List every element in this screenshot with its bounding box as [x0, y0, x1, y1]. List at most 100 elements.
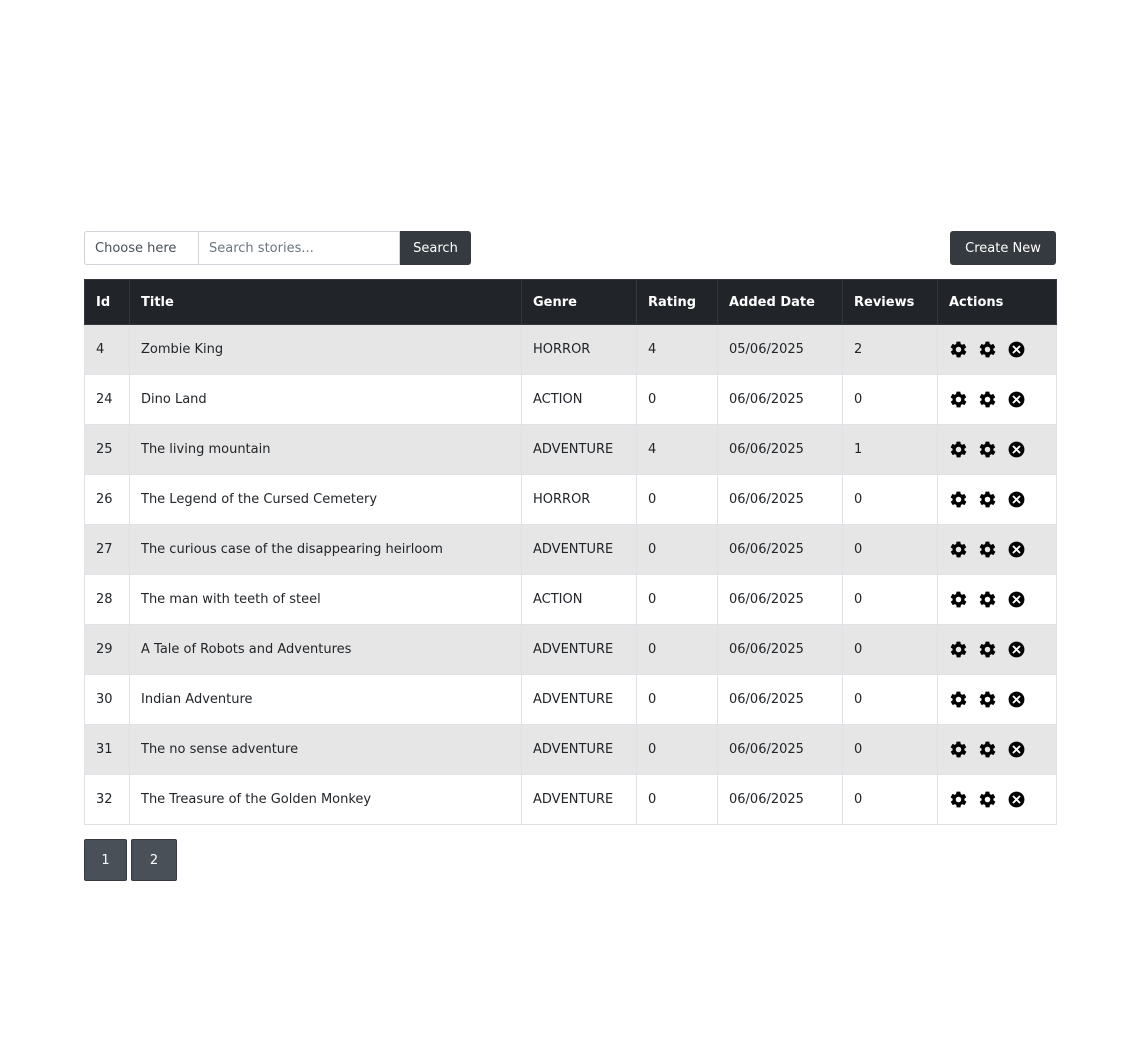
- cell-reviews: 0: [842, 574, 938, 625]
- cell-genre: ADVENTURE: [521, 424, 637, 475]
- gear-icon[interactable]: [978, 690, 997, 709]
- gear-icon[interactable]: [949, 790, 968, 809]
- cell-genre: ADVENTURE: [521, 724, 637, 775]
- close-circle-icon[interactable]: [1007, 790, 1026, 809]
- cell-genre: HORROR: [521, 324, 637, 375]
- cell-added-date: 05/06/2025: [717, 324, 843, 375]
- gear-icon[interactable]: [978, 590, 997, 609]
- close-circle-icon[interactable]: [1007, 690, 1026, 709]
- cell-title: The curious case of the disappearing hei…: [129, 524, 522, 575]
- search-group: Choose here Search: [84, 231, 471, 265]
- row-actions: [949, 540, 1045, 559]
- close-circle-icon[interactable]: [1007, 740, 1026, 759]
- table-row: 26 The Legend of the Cursed Cemetery HOR…: [84, 474, 1057, 525]
- search-button[interactable]: Search: [400, 231, 471, 265]
- cell-added-date: 06/06/2025: [717, 724, 843, 775]
- close-circle-icon[interactable]: [1007, 390, 1026, 409]
- cell-rating: 0: [636, 524, 718, 575]
- cell-added-date: 06/06/2025: [717, 424, 843, 475]
- row-actions: [949, 790, 1045, 809]
- cell-title: Indian Adventure: [129, 674, 522, 725]
- cell-id: 25: [84, 424, 130, 475]
- cell-title: Zombie King: [129, 324, 522, 375]
- gear-icon[interactable]: [978, 490, 997, 509]
- row-actions: [949, 590, 1045, 609]
- cell-genre: ADVENTURE: [521, 524, 637, 575]
- cell-rating: 0: [636, 574, 718, 625]
- cell-actions: [937, 424, 1057, 475]
- header-rating: Rating: [636, 279, 718, 325]
- gear-icon[interactable]: [978, 440, 997, 459]
- gear-icon[interactable]: [949, 390, 968, 409]
- gear-icon[interactable]: [978, 740, 997, 759]
- cell-reviews: 0: [842, 374, 938, 425]
- gear-icon[interactable]: [949, 690, 968, 709]
- cell-added-date: 06/06/2025: [717, 474, 843, 525]
- cell-reviews: 0: [842, 724, 938, 775]
- close-circle-icon[interactable]: [1007, 540, 1026, 559]
- table-header-row: Id Title Genre Rating Added Date Reviews…: [84, 279, 1057, 325]
- header-actions: Actions: [937, 279, 1057, 325]
- cell-reviews: 0: [842, 524, 938, 575]
- close-circle-icon[interactable]: [1007, 590, 1026, 609]
- search-input[interactable]: [198, 231, 400, 265]
- cell-reviews: 0: [842, 474, 938, 525]
- cell-reviews: 0: [842, 774, 938, 825]
- cell-id: 27: [84, 524, 130, 575]
- cell-added-date: 06/06/2025: [717, 374, 843, 425]
- table-row: 4 Zombie King HORROR 4 05/06/2025 2: [84, 324, 1057, 375]
- row-actions: [949, 390, 1045, 409]
- cell-title: The Treasure of the Golden Monkey: [129, 774, 522, 825]
- gear-icon[interactable]: [949, 440, 968, 459]
- gear-icon[interactable]: [949, 640, 968, 659]
- gear-icon[interactable]: [978, 390, 997, 409]
- close-circle-icon[interactable]: [1007, 490, 1026, 509]
- gear-icon[interactable]: [978, 640, 997, 659]
- toolbar: Choose here Search Create New: [84, 231, 1056, 265]
- close-circle-icon[interactable]: [1007, 340, 1026, 359]
- gear-icon[interactable]: [949, 740, 968, 759]
- cell-added-date: 06/06/2025: [717, 774, 843, 825]
- table-row: 32 The Treasure of the Golden Monkey ADV…: [84, 774, 1057, 825]
- cell-actions: [937, 624, 1057, 675]
- cell-actions: [937, 474, 1057, 525]
- cell-actions: [937, 674, 1057, 725]
- cell-rating: 0: [636, 774, 718, 825]
- table-row: 25 The living mountain ADVENTURE 4 06/06…: [84, 424, 1057, 475]
- cell-rating: 0: [636, 724, 718, 775]
- cell-id: 26: [84, 474, 130, 525]
- header-genre: Genre: [521, 279, 637, 325]
- genre-select[interactable]: Choose here: [84, 231, 198, 265]
- page-button-1[interactable]: 1: [84, 839, 127, 881]
- header-added-date: Added Date: [717, 279, 843, 325]
- cell-actions: [937, 724, 1057, 775]
- cell-genre: ADVENTURE: [521, 674, 637, 725]
- gear-icon[interactable]: [949, 490, 968, 509]
- close-circle-icon[interactable]: [1007, 440, 1026, 459]
- close-circle-icon[interactable]: [1007, 640, 1026, 659]
- cell-actions: [937, 774, 1057, 825]
- cell-added-date: 06/06/2025: [717, 674, 843, 725]
- row-actions: [949, 640, 1045, 659]
- cell-id: 29: [84, 624, 130, 675]
- gear-icon[interactable]: [978, 340, 997, 359]
- cell-genre: ADVENTURE: [521, 774, 637, 825]
- cell-title: The man with teeth of steel: [129, 574, 522, 625]
- gear-icon[interactable]: [978, 790, 997, 809]
- table-row: 27 The curious case of the disappearing …: [84, 524, 1057, 575]
- cell-actions: [937, 574, 1057, 625]
- cell-title: The living mountain: [129, 424, 522, 475]
- gear-icon[interactable]: [949, 340, 968, 359]
- gear-icon[interactable]: [949, 590, 968, 609]
- cell-actions: [937, 524, 1057, 575]
- stories-table: Id Title Genre Rating Added Date Reviews…: [84, 279, 1057, 825]
- row-actions: [949, 440, 1045, 459]
- cell-id: 30: [84, 674, 130, 725]
- gear-icon[interactable]: [949, 540, 968, 559]
- pagination: 1 2: [84, 839, 1056, 881]
- page-button-2[interactable]: 2: [131, 839, 177, 881]
- cell-reviews: 1: [842, 424, 938, 475]
- cell-title: Dino Land: [129, 374, 522, 425]
- create-new-button[interactable]: Create New: [950, 231, 1056, 265]
- gear-icon[interactable]: [978, 540, 997, 559]
